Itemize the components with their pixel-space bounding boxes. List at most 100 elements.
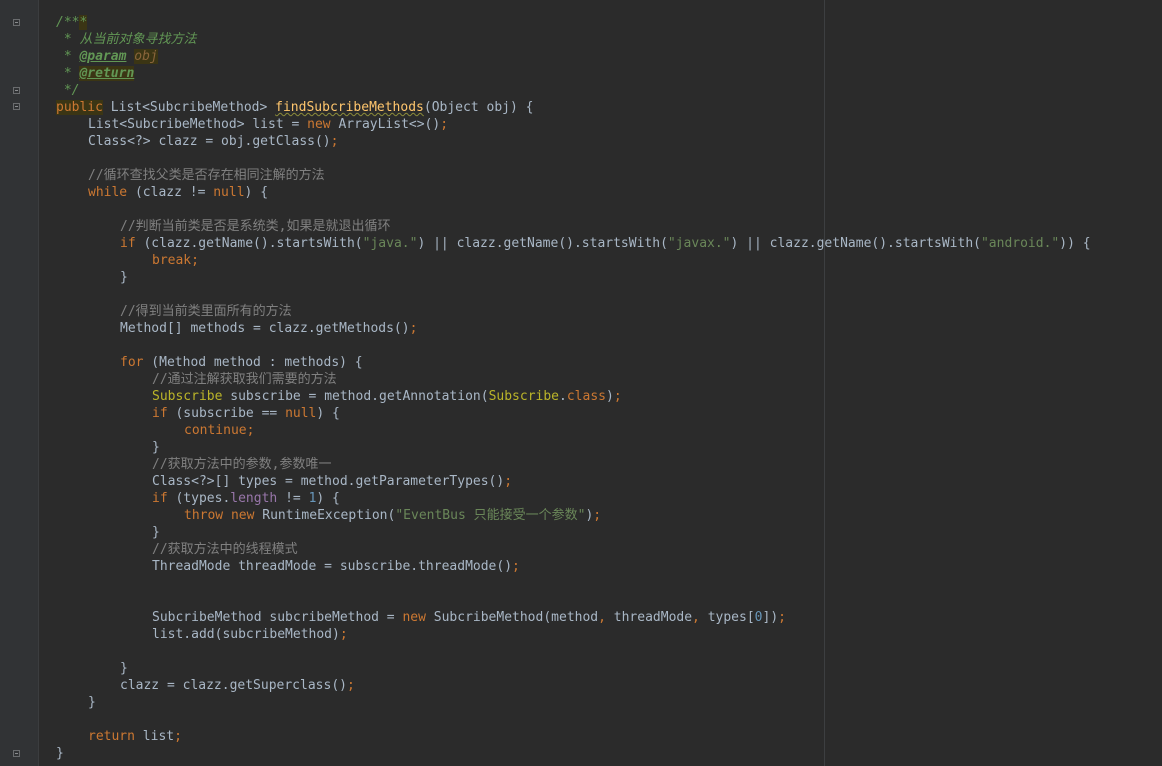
code-line[interactable]: ​ bbox=[0, 201, 1091, 218]
code-line[interactable]: ​ bbox=[0, 711, 1091, 728]
code-token: ]) bbox=[762, 610, 779, 625]
code-line[interactable]: continue; bbox=[0, 422, 1091, 439]
code-line[interactable]: //判断当前类是否是系统类,如果是就退出循环 bbox=[0, 218, 1091, 235]
code-line[interactable]: } bbox=[0, 269, 1091, 286]
code-line[interactable]: break; bbox=[0, 252, 1091, 269]
code-token: } bbox=[88, 695, 96, 710]
code-line[interactable]: Class<?>[] types = method.getParameterTy… bbox=[0, 473, 1091, 490]
code-token: ; bbox=[409, 321, 418, 336]
code-line[interactable]: //通过注解获取我们需要的方法 bbox=[0, 371, 1091, 388]
code-token: (subscribe == bbox=[167, 406, 286, 421]
code-token: ; bbox=[440, 117, 449, 132]
code-token: } bbox=[152, 440, 160, 455]
code-line[interactable]: } bbox=[0, 524, 1091, 541]
code-line[interactable]: /*** bbox=[0, 14, 1091, 31]
code-token: //得到当前类里面所有的方法 bbox=[120, 304, 292, 319]
code-line[interactable]: public List<SubcribeMethod> findSubcribe… bbox=[0, 99, 1091, 116]
code-token: "android." bbox=[980, 236, 1060, 251]
code-line[interactable]: * 从当前对象寻找方法 bbox=[0, 31, 1091, 48]
code-token: RuntimeException( bbox=[254, 508, 396, 523]
code-token: * bbox=[56, 49, 80, 64]
code-line[interactable]: ​ bbox=[0, 337, 1091, 354]
code-line[interactable]: Class<?> clazz = obj.getClass(); bbox=[0, 133, 1091, 150]
code-line[interactable]: } bbox=[0, 660, 1091, 677]
code-line[interactable]: SubcribeMethod subcribeMethod = new Subc… bbox=[0, 609, 1091, 626]
code-token: threadMode bbox=[605, 610, 693, 625]
code-token: . bbox=[559, 389, 567, 404]
code-line[interactable]: List<SubcribeMethod> list = new ArrayLis… bbox=[0, 116, 1091, 133]
code-token: (types. bbox=[167, 491, 231, 506]
code-token: ; bbox=[346, 678, 355, 693]
code-line[interactable]: ​ bbox=[0, 150, 1091, 167]
code-line[interactable]: clazz = clazz.getSuperclass(); bbox=[0, 677, 1091, 694]
code-line[interactable]: return list; bbox=[0, 728, 1091, 745]
code-line[interactable]: //循环查找父类是否存在相同注解的方法 bbox=[0, 167, 1091, 184]
code-line[interactable]: ​ bbox=[0, 592, 1091, 609]
code-token: * 从当前对象寻找方法 bbox=[56, 32, 197, 47]
code-token: List<SubcribeMethod> bbox=[102, 100, 276, 115]
code-token: * bbox=[79, 15, 88, 30]
code-token: List<SubcribeMethod> list = bbox=[88, 117, 308, 132]
code-line[interactable]: Method[] methods = clazz.getMethods(); bbox=[0, 320, 1091, 337]
code-editor[interactable]: /*** * 从当前对象寻找方法 * @param obj * @return … bbox=[0, 0, 1162, 766]
code-token: new bbox=[307, 117, 331, 132]
code-line[interactable]: while (clazz != null) { bbox=[0, 184, 1091, 201]
code-token: ; bbox=[330, 134, 339, 149]
code-token: } bbox=[120, 270, 128, 285]
code-token: "java." bbox=[362, 236, 418, 251]
code-token: (clazz.getName().startsWith( bbox=[135, 236, 363, 251]
code-token: @return bbox=[79, 66, 135, 81]
code-token: null bbox=[213, 185, 245, 200]
code-token: Class<?> clazz = obj.getClass() bbox=[88, 134, 331, 149]
code-token: ) { bbox=[316, 406, 340, 421]
code-line[interactable]: ​ bbox=[0, 643, 1091, 660]
code-line[interactable]: * @return bbox=[0, 65, 1091, 82]
code-token: types[ bbox=[699, 610, 755, 625]
code-line[interactable]: //获取方法中的线程模式 bbox=[0, 541, 1091, 558]
code-line[interactable]: ThreadMode threadMode = subscribe.thread… bbox=[0, 558, 1091, 575]
code-token: )) { bbox=[1059, 236, 1091, 251]
code-token: ; bbox=[504, 474, 513, 489]
code-token: /** bbox=[56, 15, 80, 30]
code-line[interactable]: throw new RuntimeException("EventBus 只能接… bbox=[0, 507, 1091, 524]
code-token: "javax." bbox=[667, 236, 731, 251]
code-token: //获取方法中的线程模式 bbox=[152, 542, 298, 557]
code-line[interactable]: } bbox=[0, 694, 1091, 711]
code-line[interactable]: for (Method method : methods) { bbox=[0, 354, 1091, 371]
code-token: Subscribe bbox=[152, 389, 223, 404]
code-token: ; bbox=[512, 559, 520, 574]
code-token: (clazz != bbox=[127, 185, 214, 200]
code-token: ; bbox=[613, 389, 622, 404]
code-token: list bbox=[134, 729, 175, 744]
code-line[interactable]: ​ bbox=[0, 286, 1091, 303]
code-token: Class<?>[] types = method.getParameterTy… bbox=[152, 474, 505, 489]
code-text[interactable]: /*** * 从当前对象寻找方法 * @param obj * @return … bbox=[0, 14, 1091, 762]
code-line[interactable]: if (types.length != 1) { bbox=[0, 490, 1091, 507]
code-token: //判断当前类是否是系统类,如果是就退出循环 bbox=[120, 219, 391, 234]
code-line[interactable]: //得到当前类里面所有的方法 bbox=[0, 303, 1091, 320]
code-token: } bbox=[56, 746, 64, 761]
code-token: length bbox=[230, 491, 278, 506]
code-token: new bbox=[402, 610, 426, 625]
code-line[interactable]: //获取方法中的参数,参数唯一 bbox=[0, 456, 1091, 473]
code-line[interactable]: Subscribe subscribe = method.getAnnotati… bbox=[0, 388, 1091, 405]
code-token: Method[] methods = clazz.getMethods() bbox=[120, 321, 410, 336]
code-token: , bbox=[598, 610, 606, 625]
code-line[interactable]: if (clazz.getName().startsWith("java.") … bbox=[0, 235, 1091, 252]
code-token: if bbox=[152, 491, 168, 506]
code-line[interactable]: */ bbox=[0, 82, 1091, 99]
code-token: ) || clazz.getName().startsWith( bbox=[730, 236, 981, 251]
code-token: ) { bbox=[244, 185, 269, 200]
code-token: ; bbox=[593, 508, 602, 523]
code-line[interactable]: ​ bbox=[0, 575, 1091, 592]
code-line[interactable]: if (subscribe == null) { bbox=[0, 405, 1091, 422]
code-token: ; bbox=[174, 729, 182, 744]
code-line[interactable]: } bbox=[0, 745, 1091, 762]
code-line[interactable]: * @param obj bbox=[0, 48, 1091, 65]
code-token: ) || clazz.getName().startsWith( bbox=[417, 236, 668, 251]
code-line[interactable]: list.add(subcribeMethod); bbox=[0, 626, 1091, 643]
code-line[interactable]: } bbox=[0, 439, 1091, 456]
code-token: @param bbox=[79, 49, 127, 64]
code-token: Subscribe bbox=[488, 389, 560, 404]
code-token: ; bbox=[778, 610, 786, 625]
